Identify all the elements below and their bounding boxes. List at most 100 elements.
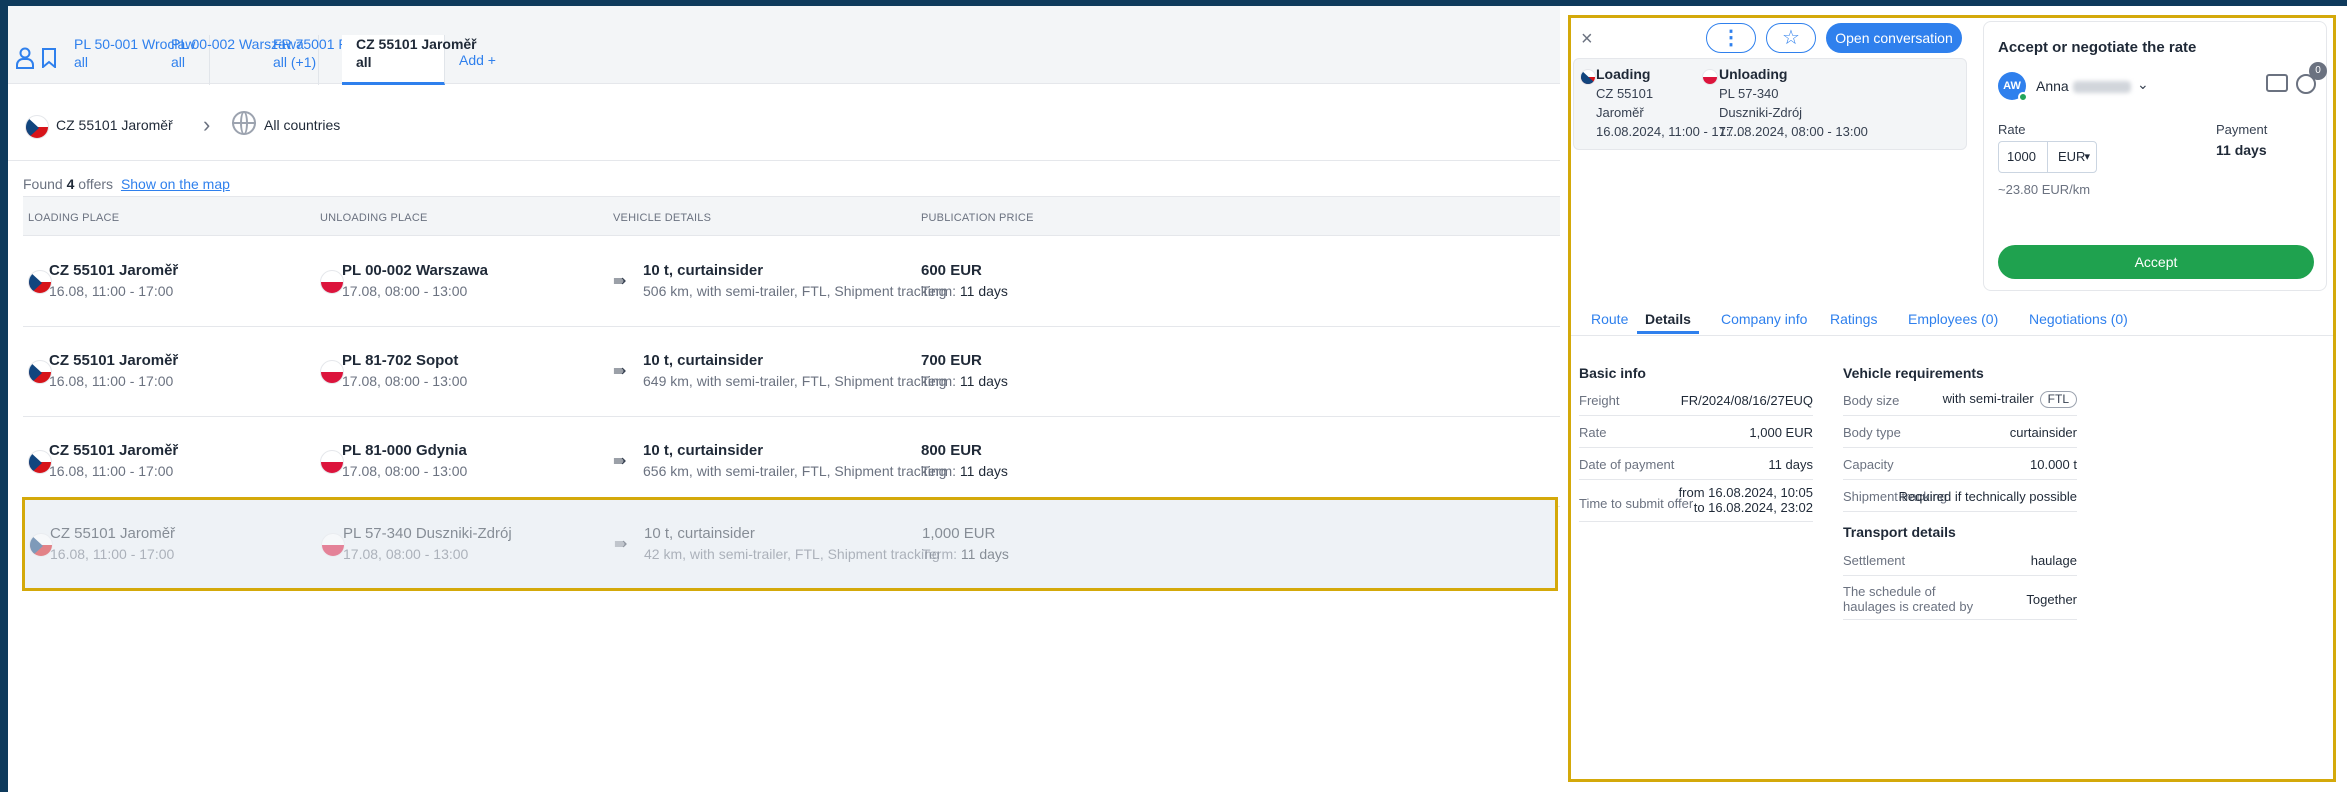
truck-icon: ⇛ (613, 363, 627, 380)
close-icon[interactable]: × (1581, 28, 1593, 51)
kv-settlement: Settlement haulage (1843, 544, 2077, 576)
chevron-down-icon[interactable]: ⌄ (2137, 76, 2149, 93)
tab-employees[interactable]: Employees (0) (1908, 311, 1998, 327)
show-on-map-link[interactable]: Show on the map (121, 176, 230, 192)
price: 1,000 EUR (922, 525, 996, 542)
kv-rate: Rate 1,000 EUR (1579, 416, 1813, 448)
unloading-time: 17.08, 08:00 - 13:00 (342, 373, 468, 389)
col-publication-price: PUBLICATION PRICE (921, 212, 1034, 224)
vehicle-detail: 656 km, with semi-trailer, FTL, Shipment… (643, 463, 947, 479)
loading-time: 16.08, 11:00 - 17:00 (50, 546, 175, 562)
unloading-code: PL 57-340 (1719, 86, 1779, 101)
negotiate-title: Accept or negotiate the rate (1998, 39, 2197, 56)
payment-label: Payment (2216, 122, 2268, 137)
unloading-time: 17.08.2024, 08:00 - 13:00 (1719, 124, 1868, 139)
accept-button[interactable]: Accept (1998, 245, 2314, 279)
czech-flag-icon (25, 115, 49, 139)
kv-value: 11 days (1768, 457, 1813, 472)
details-body: Basic info Freight FR/2024/08/16/27EUQ Ra… (1571, 336, 2333, 779)
kv-date-of-payment: Date of payment 11 days (1579, 448, 1813, 480)
window-frame-left (0, 0, 8, 792)
kv-label: Freight (1579, 393, 1620, 408)
chat-icon[interactable] (2266, 74, 2288, 92)
term-value: 11 days (959, 283, 1008, 299)
filter-destination[interactable]: All countries (264, 117, 340, 133)
tab-jaromer[interactable]: CZ 55101 Jaroměř all (342, 35, 477, 85)
loading-place: CZ 55101 Jaroměř (49, 262, 179, 279)
vehicle-detail: 42 km, with semi-trailer, FTL, Shipment … (644, 546, 940, 562)
kv-value: from 16.08.2024, 10:05 (1678, 485, 1813, 500)
tab-details[interactable]: Details (1637, 311, 1699, 334)
chevron-right-icon: › (203, 112, 211, 137)
term-label: Term: (922, 546, 957, 562)
favorite-star-button[interactable]: ☆ (1766, 23, 1816, 53)
table-row[interactable]: CZ 55101 Jaroměř 16.08, 11:00 - 17:00 PL … (23, 417, 1560, 507)
kv-shipment-tracking: Shipment tracking Required if technically… (1843, 480, 2077, 512)
truck-icon: ⇛ (613, 273, 627, 290)
polish-flag-icon (321, 533, 345, 557)
term-label: Term: (921, 283, 956, 299)
route-filter: CZ 55101 Jaroměř › All countries (8, 85, 1560, 161)
kv-value: Required if technically possible (1898, 489, 2077, 504)
offers-table-header: LOADING PLACE UNLOADING PLACE VEHICLE DE… (23, 196, 1560, 236)
found-suffix: offers (78, 176, 114, 192)
kv-value: FR/2024/08/16/27EUQ (1680, 393, 1813, 408)
price: 600 EUR (921, 262, 982, 279)
transport-details-title: Transport details (1843, 524, 1956, 540)
polish-flag-icon (1702, 69, 1718, 85)
kv-label-multiline: The schedule of haulages is created by (1843, 584, 1973, 614)
payment-value: 11 days (2216, 142, 2267, 158)
unloading-place: PL 81-702 Sopot (342, 352, 459, 369)
loading-place: CZ 55101 Jaroměř (50, 525, 176, 542)
filter-origin[interactable]: CZ 55101 Jaroměř (56, 117, 173, 133)
bookmark-icon[interactable] (38, 46, 60, 70)
route-summary: Loading CZ 55101 Jaroměř 16.08.2024, 11:… (1573, 58, 1967, 150)
table-row[interactable]: CZ 55101 Jaroměř 16.08, 11:00 - 17:00 PL … (23, 237, 1560, 327)
kv-body-type: Body type curtainsider (1843, 416, 2077, 448)
col-unloading-place: UNLOADING PLACE (320, 212, 428, 224)
kv-label: Body size (1843, 393, 1900, 408)
tab-ratings[interactable]: Ratings (1830, 311, 1877, 327)
user-icon[interactable] (14, 46, 36, 70)
kv-value: 10.000 t (2030, 457, 2077, 472)
kv-freight: Freight FR/2024/08/16/27EUQ (1579, 384, 1813, 416)
kv-value-group: with semi-trailer FTL (1943, 391, 2077, 408)
price: 800 EUR (921, 442, 982, 459)
tab-negotiations[interactable]: Negotiations (0) (2029, 311, 2128, 327)
kv-value-multiline: from 16.08.2024, 10:05 to 16.08.2024, 23:… (1679, 485, 1813, 515)
unloading-city: Duszniki-Zdrój (1719, 105, 1803, 120)
avatar: AW (1998, 72, 2028, 102)
kv-value: Together (2026, 592, 2077, 607)
table-row[interactable]: CZ 55101 Jaroměř 16.08, 11:00 - 17:00 PL … (23, 327, 1560, 417)
currency-select[interactable]: EUR (2047, 141, 2097, 173)
vehicle-requirements-title: Vehicle requirements (1843, 365, 1984, 381)
kv-label: Body type (1843, 425, 1901, 440)
tab-company-info[interactable]: Company info (1721, 311, 1807, 327)
tab-route[interactable]: Route (1591, 311, 1628, 327)
loading-time: 16.08, 11:00 - 17:00 (49, 373, 174, 389)
unloading-place: PL 81-000 Gdynia (342, 442, 467, 459)
rate-per-km: ~23.80 EUR/km (1998, 182, 2091, 197)
kv-value-2: to 16.08.2024, 23:02 (1693, 500, 1813, 515)
kv-label: The schedule of (1843, 584, 1936, 599)
kv-label: Rate (1579, 425, 1607, 440)
rate-label: Rate (1998, 122, 2026, 137)
add-tab-button[interactable]: Add + (459, 52, 496, 68)
vehicle: 10 t, curtainsider (643, 352, 764, 369)
rate-input[interactable]: 1000 (1998, 141, 2048, 173)
blurred-surname (2072, 81, 2131, 94)
ftl-tag: FTL (2039, 391, 2077, 408)
open-conversation-button[interactable]: Open conversation (1826, 23, 1962, 53)
vehicle: 10 t, curtainsider (643, 262, 764, 279)
contact-person[interactable]: Anna (2036, 78, 2131, 94)
vehicle-detail: 506 km, with semi-trailer, FTL, Shipment… (643, 283, 947, 299)
more-options-button[interactable]: ⋮ (1706, 23, 1756, 53)
table-row-selected[interactable]: CZ 55101 Jaroměř 16.08, 11:00 - 17:00 PL … (22, 497, 1558, 591)
online-status-dot (2018, 92, 2028, 102)
kv-label: Date of payment (1579, 457, 1675, 472)
term-label: Term: (921, 463, 956, 479)
results-summary: Found 4 offers Show on the map (23, 176, 230, 192)
globe-icon (232, 111, 256, 135)
price: 700 EUR (921, 352, 982, 369)
tab-sublabel: all (356, 54, 372, 70)
